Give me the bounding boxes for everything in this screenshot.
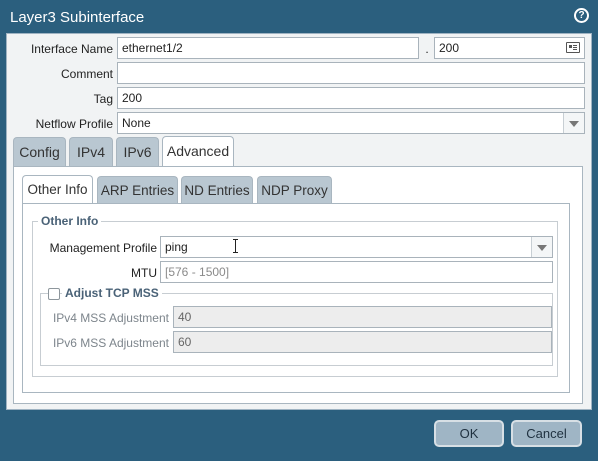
mtu-label: MTU [131,266,157,280]
adjust-tcp-mss-checkbox[interactable] [48,288,60,300]
cancel-button[interactable]: Cancel [511,420,582,447]
mtu-input[interactable]: [576 - 1500] [160,261,553,283]
ipv4-mss-input: 40 [173,306,552,328]
tab-ipv6[interactable]: IPv6 [116,137,159,167]
ipv6-mss-input: 60 [173,331,552,353]
advanced-tab-content: Other Info ARP Entries ND Entries NDP Pr… [13,166,583,404]
subinterface-tag-field[interactable]: 200 [434,37,585,59]
tag-input[interactable]: 200 [117,87,585,109]
chevron-down-icon[interactable] [563,113,584,133]
subtab-other-info[interactable]: Other Info [22,175,93,205]
management-profile-label: Management Profile [49,241,157,255]
interface-name-label: Interface Name [30,42,113,56]
comment-input[interactable] [117,62,585,84]
other-info-content: Other Info Management Profile ping MTU [… [22,203,570,393]
adjust-tcp-mss-fieldset: Adjust TCP MSS IPv4 MSS Adjustment 40 IP… [40,286,553,366]
tab-ipv4[interactable]: IPv4 [69,137,113,167]
subtab-arp-entries[interactable]: ARP Entries [97,176,178,204]
other-info-legend: Other Info [38,214,102,228]
chevron-down-icon[interactable] [531,237,552,257]
management-profile-select[interactable]: ping [160,236,553,258]
dialog-title: Layer3 Subinterface [10,9,145,26]
netflow-profile-label: Netflow Profile [35,117,113,131]
ipv4-mss-label: IPv4 MSS Adjustment [52,311,169,325]
ok-button[interactable]: OK [434,420,504,447]
dialog-titlebar: Layer3 Subinterface ? [0,0,598,34]
interface-name-field: ethernet1/2 [117,37,419,59]
address-card-icon[interactable] [566,42,580,53]
tab-advanced[interactable]: Advanced [162,136,234,168]
text-cursor-icon [233,239,239,253]
help-icon[interactable]: ? [574,8,589,23]
tab-config[interactable]: Config [13,137,66,167]
adjust-tcp-mss-label: Adjust TCP MSS [62,286,162,300]
netflow-profile-select[interactable]: None [117,112,585,134]
interface-separator: . [425,42,429,56]
tag-label: Tag [93,92,113,106]
subtab-ndp-proxy[interactable]: NDP Proxy [257,176,332,204]
subtab-nd-entries[interactable]: ND Entries [181,176,253,204]
other-info-fieldset: Other Info Management Profile ping MTU [… [32,214,558,377]
ipv6-mss-label: IPv6 MSS Adjustment [52,336,169,350]
comment-label: Comment [60,67,113,81]
